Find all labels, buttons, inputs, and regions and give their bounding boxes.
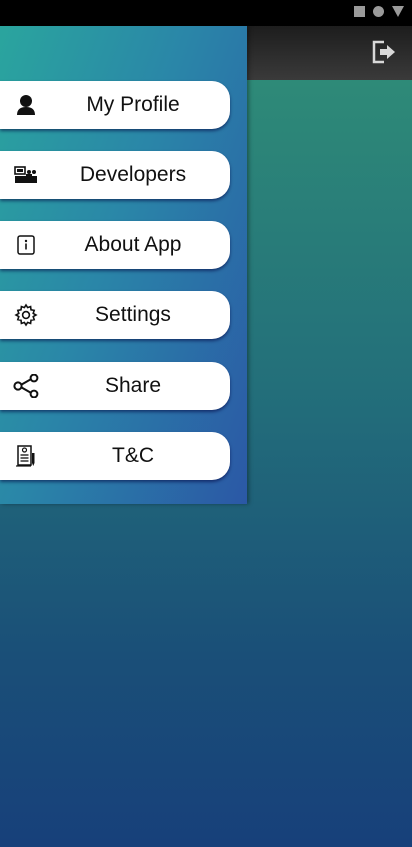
menu-item-label: My Profile (86, 93, 180, 116)
menu-item-tnc[interactable]: T&C (0, 432, 230, 480)
logout-button[interactable] (370, 38, 396, 66)
menu-item-developers[interactable]: Developers (0, 151, 230, 199)
menu-item-label: Share (104, 374, 162, 397)
menu-item-about-app[interactable]: About App (0, 221, 230, 269)
menu-item-label: T&C (112, 444, 154, 467)
menu-item-label: Settings (95, 303, 171, 326)
status-icons (354, 6, 404, 17)
menu-item-label: About App (84, 233, 182, 256)
status-bar (0, 0, 412, 26)
navigation-drawer: My Profile Developers About App Settings… (0, 26, 247, 504)
logout-icon (372, 40, 395, 64)
triangle-icon (392, 6, 404, 17)
menu-item-settings[interactable]: Settings (0, 291, 230, 339)
menu-item-label: Developers (79, 163, 187, 186)
menu-item-my-profile[interactable]: My Profile (0, 81, 230, 129)
square-icon (354, 6, 365, 17)
menu-item-share[interactable]: Share (0, 362, 230, 410)
circle-icon (373, 6, 384, 17)
